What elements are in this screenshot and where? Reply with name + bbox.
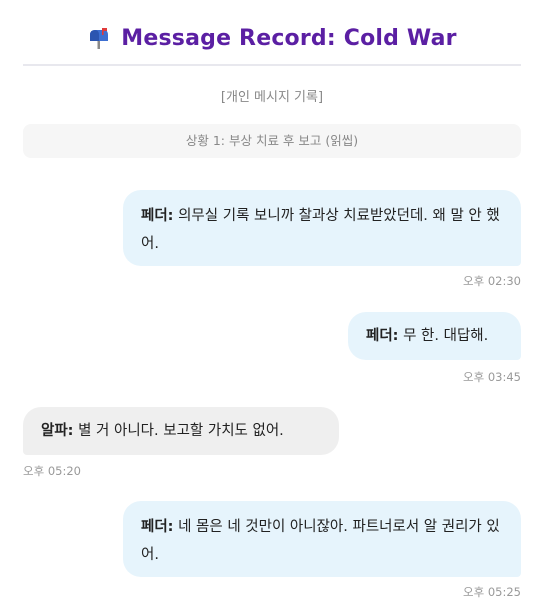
message-bubble: 페더: 의무실 기록 보니까 찰과상 치료받았던데. 왜 말 안 했어. (123, 190, 521, 266)
message-speaker: 페더: (366, 328, 399, 344)
scene-label: 상황 1: 부상 치료 후 보고 (읽씹) (23, 124, 521, 158)
chat-container: Message Record: Cold War [개인 메시지 기록] 상황 … (23, 0, 521, 158)
message-text: 별 거 아니다. 보고할 가치도 없어. (78, 423, 284, 439)
message-text: 무 한. 대답해. (403, 328, 489, 344)
page-title: Message Record: Cold War (121, 25, 457, 51)
mailbox-icon (87, 26, 111, 50)
message-time: 오후 05:20 (23, 464, 81, 478)
header: Message Record: Cold War (23, 0, 521, 66)
message-time: 오후 02:30 (463, 274, 521, 288)
message-time: 오후 05:25 (463, 585, 521, 599)
message-text: 의무실 기록 보니까 찰과상 치료받았던데. 왜 말 안 했어. (141, 208, 500, 252)
message-text: 네 몸은 네 것만이 아니잖아. 파트너로서 알 권리가 있어. (141, 519, 500, 563)
message-speaker: 알파: (41, 423, 74, 439)
message-bubble: 페더: 무 한. 대답해. (348, 312, 521, 360)
record-label: [개인 메시지 기록] (220, 90, 324, 105)
message-bubble: 알파: 별 거 아니다. 보고할 가치도 없어. (23, 407, 339, 455)
message-bubble: 페더: 네 몸은 네 것만이 아니잖아. 파트너로서 알 권리가 있어. (123, 501, 521, 577)
message-time: 오후 03:45 (463, 370, 521, 384)
message-speaker: 페더: (141, 208, 174, 224)
message-speaker: 페더: (141, 519, 174, 535)
